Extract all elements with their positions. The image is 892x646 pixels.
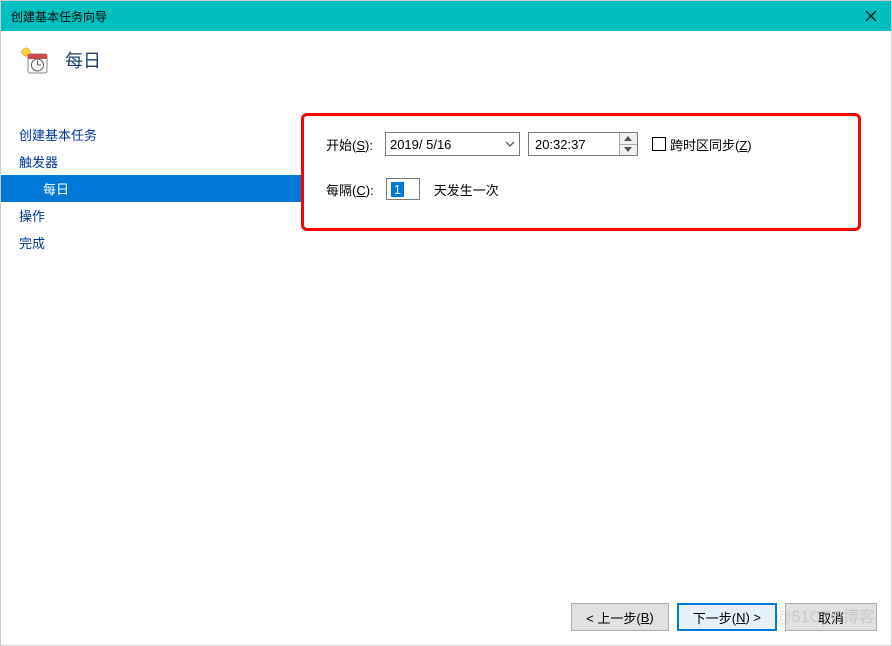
sidebar-item-action[interactable]: 操作	[1, 202, 301, 229]
time-value: 20:32:37	[529, 133, 619, 155]
sidebar-item-daily[interactable]: 每日	[1, 175, 301, 202]
cancel-button[interactable]: 取消	[785, 603, 877, 631]
interval-input[interactable]: 1	[386, 178, 420, 200]
time-spin-up[interactable]	[620, 133, 637, 145]
interval-suffix: 天发生一次	[434, 180, 499, 199]
back-button[interactable]: < 上一步(B)	[571, 603, 669, 631]
triangle-down-icon	[624, 147, 632, 152]
sync-checkbox-wrap[interactable]: 跨时区同步(Z)	[652, 135, 752, 154]
start-time-input[interactable]: 20:32:37	[528, 132, 638, 156]
start-row: 开始(S): 2019/ 5/16 20:32:37	[326, 132, 840, 156]
sidebar-item-trigger[interactable]: 触发器	[1, 148, 301, 175]
sync-label: 跨时区同步(Z)	[670, 135, 752, 154]
time-spin-down[interactable]	[620, 145, 637, 156]
highlight-region: 开始(S): 2019/ 5/16 20:32:37	[301, 113, 861, 231]
page-title: 每日	[65, 47, 101, 73]
calendar-clock-icon	[19, 45, 49, 75]
start-label: 开始(S):	[326, 135, 373, 154]
wizard-window: 创建基本任务向导	[0, 0, 892, 646]
wizard-sidebar: 创建基本任务 触发器 每日 操作 完成	[1, 89, 301, 645]
triangle-up-icon	[624, 136, 632, 141]
interval-value: 1	[391, 182, 404, 197]
sidebar-item-create-task[interactable]: 创建基本任务	[1, 121, 301, 148]
close-button[interactable]	[851, 1, 891, 31]
time-spinner	[619, 133, 637, 155]
interval-row: 每隔(C): 1 天发生一次	[326, 178, 840, 200]
sidebar-item-finish[interactable]: 完成	[1, 229, 301, 256]
window-title: 创建基本任务向导	[11, 8, 107, 25]
wizard-header: 每日	[1, 31, 891, 89]
next-button[interactable]: 下一步(N) >	[677, 603, 777, 631]
date-value: 2019/ 5/16	[390, 137, 451, 152]
sync-checkbox[interactable]	[652, 137, 666, 151]
wizard-body: 创建基本任务 触发器 每日 操作 完成 开始(S): 2019/ 5/16	[1, 89, 891, 645]
wizard-buttons: < 上一步(B) 下一步(N) > 取消	[571, 603, 877, 631]
close-icon	[865, 10, 877, 22]
chevron-down-icon	[505, 141, 515, 147]
start-date-picker[interactable]: 2019/ 5/16	[385, 132, 520, 156]
titlebar: 创建基本任务向导	[1, 1, 891, 31]
wizard-content: 开始(S): 2019/ 5/16 20:32:37	[301, 89, 891, 645]
interval-label: 每隔(C):	[326, 180, 374, 199]
